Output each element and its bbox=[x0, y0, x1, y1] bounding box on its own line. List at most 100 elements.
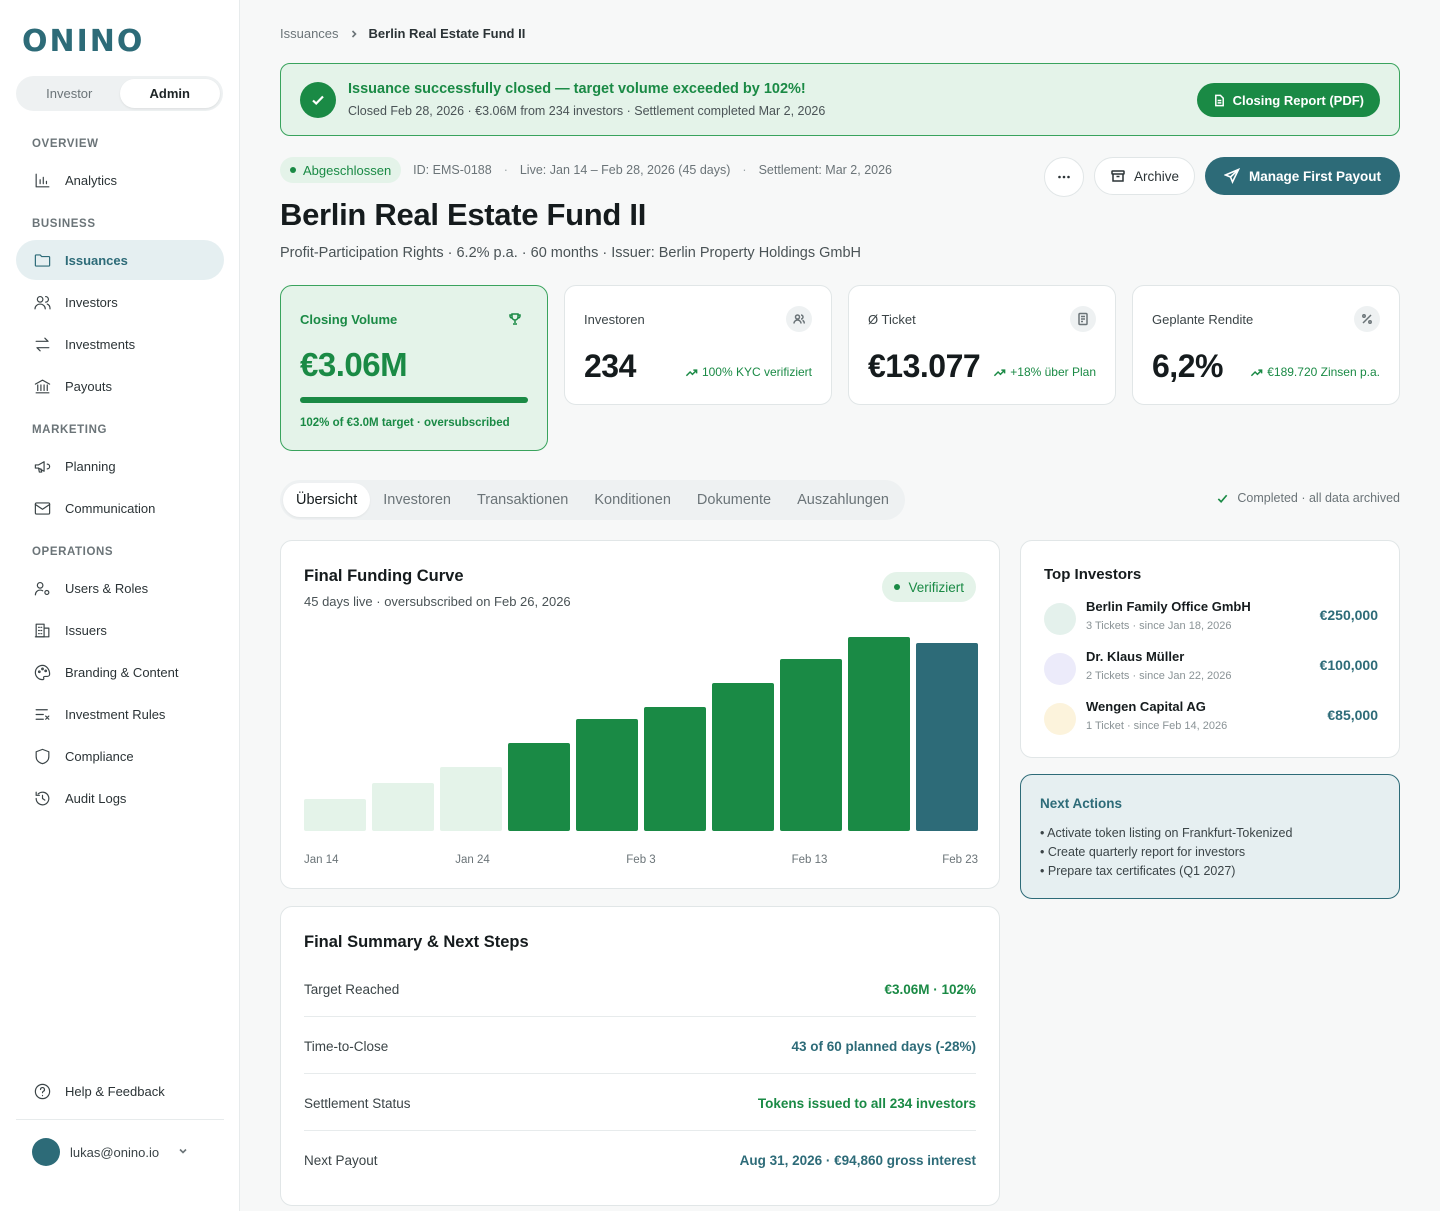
sidebar-item-investments[interactable]: Investments bbox=[16, 324, 224, 364]
check-icon bbox=[1216, 492, 1229, 505]
users-icon bbox=[32, 292, 52, 312]
next-actions-card: Next Actions Activate token listing on F… bbox=[1020, 774, 1400, 899]
summary-row: Settlement Status Tokens issued to all 2… bbox=[304, 1074, 976, 1131]
user-menu[interactable]: lukas@onino.io bbox=[32, 1138, 191, 1166]
archive-button[interactable]: Archive bbox=[1093, 157, 1195, 195]
investor-meta: 2 Tickets · since Jan 22, 2026 bbox=[1086, 670, 1232, 682]
more-horizontal-icon bbox=[1056, 169, 1072, 185]
live-period: Live: Jan 14 – Feb 28, 2026 (45 days) bbox=[519, 163, 731, 177]
kpi-investors: Investoren 234 100% KYC verifiziert bbox=[564, 285, 832, 405]
card-title: Next Actions bbox=[1040, 796, 1123, 811]
tab-uebersicht[interactable]: Übersicht bbox=[283, 483, 371, 517]
investor-row[interactable]: Wengen Capital AG 1 Ticket · since Feb 1… bbox=[1044, 699, 1378, 739]
more-button[interactable] bbox=[1043, 157, 1084, 197]
percent-icon bbox=[1354, 306, 1380, 332]
breadcrumb: Issuances Berlin Real Estate Fund II bbox=[280, 26, 525, 41]
summary-label: Target Reached bbox=[304, 982, 400, 997]
issuance-id: ID: EMS-0188 bbox=[413, 163, 492, 177]
breadcrumb-parent-link[interactable]: Issuances bbox=[280, 26, 339, 41]
main-content: Issuances Berlin Real Estate Fund II Iss… bbox=[240, 0, 1440, 1211]
folder-icon bbox=[32, 250, 52, 270]
sidebar-item-payouts[interactable]: Payouts bbox=[16, 366, 224, 406]
tab-dokumente[interactable]: Dokumente bbox=[684, 483, 784, 517]
sidebar-item-issuances[interactable]: Issuances bbox=[16, 240, 224, 280]
chevron-down-icon bbox=[177, 1145, 191, 1159]
verified-badge: Verifiziert bbox=[882, 572, 976, 602]
kpi-trend: +18% über Plan bbox=[993, 365, 1096, 379]
card-title: Top Investors bbox=[1044, 566, 1142, 583]
sidebar-item-help[interactable]: Help & Feedback bbox=[16, 1071, 224, 1111]
summary-row: Target Reached €3.06M · 102% bbox=[304, 960, 976, 1017]
closing-report-button[interactable]: Closing Report (PDF) bbox=[1196, 83, 1380, 117]
tab-auszahlungen[interactable]: Auszahlungen bbox=[784, 483, 902, 517]
kpi-planned-return: Geplante Rendite 6,2% €189.720 Zinsen p.… bbox=[1132, 285, 1400, 405]
investor-name: Wengen Capital AG bbox=[1086, 699, 1206, 714]
nav-section-marketing: MARKETING bbox=[32, 424, 108, 436]
tab-konditionen[interactable]: Konditionen bbox=[581, 483, 684, 517]
sidebar: ONINO Investor Admin OVERVIEW Analytics … bbox=[0, 0, 240, 1211]
sidebar-item-audit-logs[interactable]: Audit Logs bbox=[16, 778, 224, 818]
top-investors-card: Top Investors Berlin Family Office GmbH … bbox=[1020, 540, 1400, 758]
chart-bar bbox=[372, 783, 434, 831]
trend-up-icon bbox=[993, 366, 1006, 379]
investor-row[interactable]: Dr. Klaus Müller 2 Tickets · since Jan 2… bbox=[1044, 649, 1378, 689]
header-actions: Archive Manage First Payout bbox=[1043, 157, 1400, 197]
sidebar-item-users-roles[interactable]: Users & Roles bbox=[16, 568, 224, 608]
sidebar-item-investors[interactable]: Investors bbox=[16, 282, 224, 322]
brand-logo[interactable]: ONINO bbox=[22, 24, 144, 59]
summary-row: Time-to-Close 43 of 60 planned days (-28… bbox=[304, 1017, 976, 1074]
sidebar-item-planning[interactable]: Planning bbox=[16, 446, 224, 486]
sidebar-item-label: Issuers bbox=[65, 622, 107, 638]
history-icon bbox=[32, 788, 52, 808]
kpi-value: €3.06M bbox=[300, 346, 408, 383]
avatar bbox=[32, 1138, 60, 1166]
role-switch: Investor Admin bbox=[16, 76, 223, 111]
megaphone-icon bbox=[32, 456, 52, 476]
building-icon bbox=[32, 620, 52, 640]
tab-transaktionen[interactable]: Transaktionen bbox=[464, 483, 581, 517]
role-admin-toggle[interactable]: Admin bbox=[119, 79, 220, 108]
sidebar-item-analytics[interactable]: Analytics bbox=[16, 160, 224, 200]
status-dot bbox=[894, 584, 901, 590]
x-axis-tick-label: Feb 13 bbox=[792, 854, 828, 866]
kpi-value: 6,2% bbox=[1152, 348, 1223, 384]
chart-bar bbox=[712, 683, 774, 831]
sidebar-item-label: Issuances bbox=[65, 252, 128, 268]
sidebar-item-investment-rules[interactable]: Investment Rules bbox=[16, 694, 224, 734]
tab-investoren[interactable]: Investoren bbox=[370, 483, 464, 517]
trend-up-icon bbox=[685, 366, 698, 379]
issuance-tabs: Übersicht Investoren Transaktionen Kondi… bbox=[280, 480, 905, 520]
investor-name: Berlin Family Office GmbH bbox=[1086, 599, 1251, 614]
list-item: Activate token listing on Frankfurt-Toke… bbox=[1040, 824, 1292, 843]
summary-value: Aug 31, 2026 · €94,860 gross interest bbox=[739, 1153, 976, 1168]
kpi-label: Investoren bbox=[584, 312, 645, 327]
user-gear-icon bbox=[32, 578, 52, 598]
summary-label: Next Payout bbox=[304, 1153, 378, 1168]
next-actions-list: Activate token listing on Frankfurt-Toke… bbox=[1040, 824, 1292, 881]
kpi-closing-volume: Closing Volume €3.06M 102% of €3.0M targ… bbox=[280, 285, 548, 451]
sidebar-item-label: Help & Feedback bbox=[65, 1083, 165, 1099]
investor-row[interactable]: Berlin Family Office GmbH 3 Tickets · si… bbox=[1044, 599, 1378, 639]
sidebar-item-issuers[interactable]: Issuers bbox=[16, 610, 224, 650]
chart-bar bbox=[440, 767, 502, 831]
sidebar-item-branding[interactable]: Branding & Content bbox=[16, 652, 224, 692]
kpi-ticket: Ø Ticket €13.077 +18% über Plan bbox=[848, 285, 1116, 405]
kpi-trend-label: 100% KYC verifiziert bbox=[701, 365, 812, 379]
nav-section-business: BUSINESS bbox=[32, 218, 96, 230]
funding-curve-card: Final Funding Curve 45 days live · overs… bbox=[280, 540, 1000, 889]
investor-amount: €100,000 bbox=[1319, 657, 1378, 673]
investor-amount: €85,000 bbox=[1327, 707, 1378, 723]
card-title: Final Funding Curve bbox=[304, 567, 464, 585]
sidebar-item-compliance[interactable]: Compliance bbox=[16, 736, 224, 776]
receipt-icon bbox=[1070, 306, 1096, 332]
chart-bar bbox=[508, 743, 570, 831]
sidebar-item-label: Users & Roles bbox=[65, 580, 149, 596]
manage-first-payout-button[interactable]: Manage First Payout bbox=[1204, 157, 1400, 195]
chart-bar bbox=[304, 799, 366, 831]
archive-icon bbox=[1110, 168, 1126, 184]
issuance-meta: Abgeschlossen ID: EMS-0188 · Live: Jan 1… bbox=[280, 157, 892, 183]
kpi-value: €13.077 bbox=[868, 348, 981, 384]
sidebar-item-label: Investors bbox=[65, 294, 118, 310]
role-investor-toggle[interactable]: Investor bbox=[19, 79, 120, 108]
sidebar-item-communication[interactable]: Communication bbox=[16, 488, 224, 528]
